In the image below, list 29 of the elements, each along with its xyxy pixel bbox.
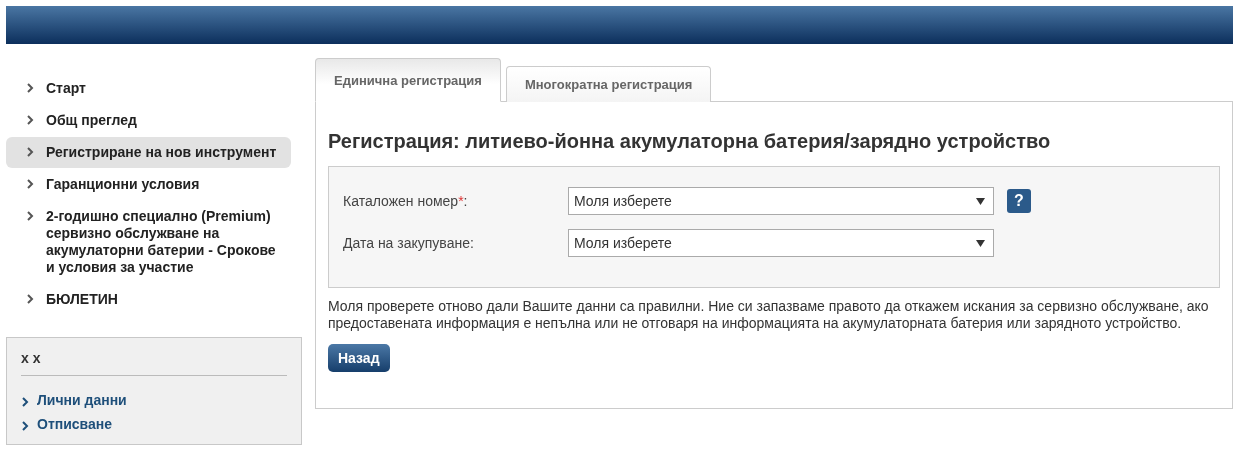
chevron-icon [26,211,34,221]
account-title: x x [21,350,287,376]
back-button[interactable]: Назад [328,344,390,372]
field-label: Каталожен номер*: [343,193,469,209]
chevron-icon [21,420,29,431]
nav-item[interactable]: БЮЛЕТИН [6,284,291,315]
select-field[interactable]: Моля изберете [568,187,994,215]
chevron-icon [26,294,34,304]
select-field[interactable]: Моля изберете [568,229,994,257]
field-label: Дата на закупуване: [343,235,475,251]
nav-item[interactable]: 2-годишно специално (Premium) сервизно обслужване на акумулаторни батерии - Срокове и условия за участие [6,201,291,283]
notice-text: Моля проверете отново дали Вашите данни са правилни. Ние си запазваме правото да откажем искания за сервизно обслужване, ако предоставената информация е непълна или не отговаря на информацията на акумулаторната батерия или зарядното устройство. [328,298,1210,332]
dropdown-icon [976,239,985,247]
nav-item[interactable]: Общ преглед [6,105,291,136]
page-heading: Регистрация: литиево-йонна акумулаторна батерия/зарядно устройство [328,130,1052,153]
tab[interactable]: Многократна регистрация [505,66,712,102]
chevron-icon [26,83,34,93]
chevron-icon [26,115,34,125]
chevron-icon [26,179,34,189]
account-link[interactable]: Лични данни [21,388,287,412]
help-button[interactable]: ? [1007,189,1031,213]
nav-item[interactable]: Регистриране на нов инструмент [6,137,291,168]
account-link[interactable]: Отписване [21,412,287,436]
nav-item[interactable]: Гаранционни условия [6,169,291,200]
chevron-icon [21,396,29,407]
dropdown-icon [976,197,985,205]
chevron-icon [26,147,34,157]
nav-item[interactable]: Старт [6,73,291,104]
tab[interactable]: Единична регистрация [315,58,501,102]
